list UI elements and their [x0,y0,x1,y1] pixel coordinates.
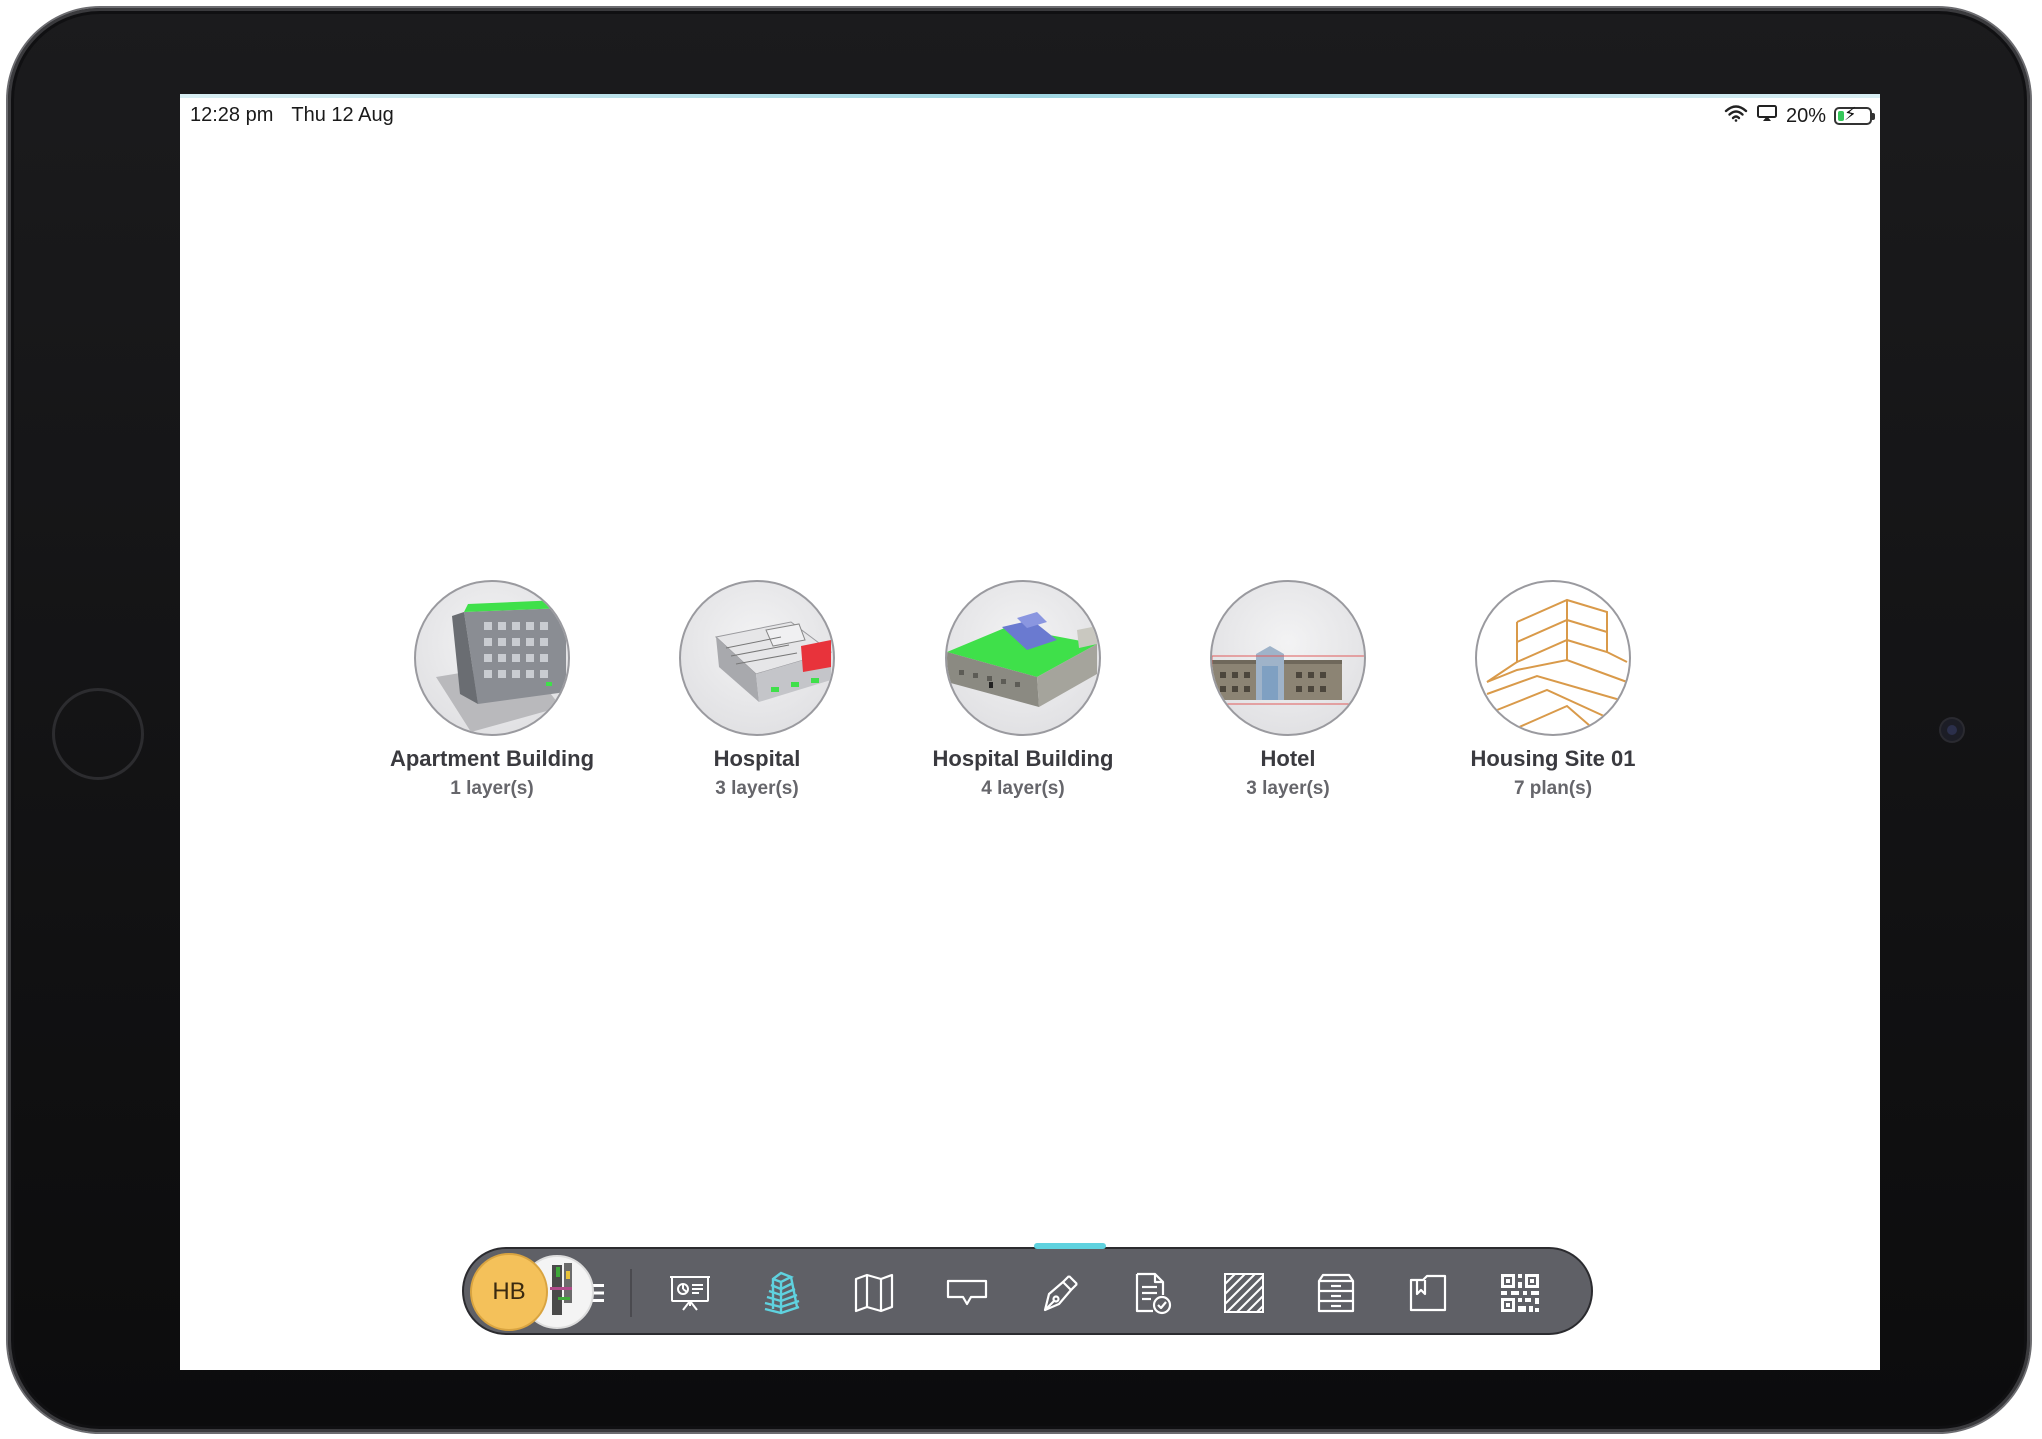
bookmark-folder-icon[interactable] [1402,1267,1454,1319]
housing-site-thumbnail[interactable] [1475,580,1631,736]
buildings-stack-icon[interactable] [756,1267,808,1319]
user-avatar[interactable]: HB [470,1253,548,1331]
project-name: Housing Site 01 [1470,746,1636,771]
hospital-thumbnail[interactable] [679,580,835,736]
project-name: Apartment Building [389,746,595,771]
project-layer-count: 7 plan(s) [1513,778,1593,799]
project-name: Hospital Building [932,746,1114,771]
hospital-building-thumbnail[interactable] [945,580,1101,736]
project-name: Hotel [1260,746,1316,771]
battery-charging-icon: ⚡ [1834,104,1875,125]
status-date: Thu 12 Aug [291,104,394,126]
qr-code-icon[interactable] [1494,1267,1546,1319]
map-icon[interactable] [848,1267,900,1319]
app-screen: 12:28 pm Thu 12 Aug 20% ⚡ Apartment Buil… [180,94,1880,1370]
project-item-hospital-building[interactable]: Hospital Building 4 layer(s) [903,580,1143,800]
project-list: Apartment Building 1 layer(s) Hospital 3… [180,580,1880,820]
status-bar: 12:28 pm Thu 12 Aug 20% ⚡ [180,94,1880,138]
battery-percent: 20% [1785,104,1826,127]
hotel-thumbnail[interactable] [1210,580,1366,736]
project-item-apartment-building[interactable]: Apartment Building 1 layer(s) [372,580,612,800]
comment-icon[interactable] [941,1267,993,1319]
status-time: 12:28 pm [190,104,274,126]
presentation-board-icon[interactable] [664,1267,716,1319]
project-item-hotel[interactable]: Hotel 3 layer(s) [1168,580,1408,800]
charging-bolt-icon: ⚡ [1844,104,1857,124]
project-layer-count: 1 layer(s) [450,778,534,799]
ipad-frame: 12:28 pm Thu 12 Aug 20% ⚡ Apartment Buil… [8,8,2030,1432]
active-tab-indicator [1034,1243,1106,1249]
hatch-pattern-icon[interactable] [1218,1267,1270,1319]
project-item-housing-site-01[interactable]: Housing Site 01 7 plan(s) [1433,580,1673,800]
project-layer-count: 3 layer(s) [1246,778,1330,799]
archive-drawers-icon[interactable] [1310,1267,1362,1319]
project-name: Hospital [713,746,801,771]
apartment-building-thumbnail[interactable] [414,580,570,736]
project-layer-count: 3 layer(s) [715,778,799,799]
airplay-icon [1756,104,1778,128]
project-layer-count: 4 layer(s) [981,778,1065,799]
checked-document-icon[interactable] [1126,1267,1178,1319]
toolbar-divider [630,1269,632,1317]
bottom-toolbar: HB [462,1243,1593,1335]
front-camera [1941,719,1963,741]
wifi-icon [1724,104,1748,128]
home-button[interactable] [52,688,144,780]
project-item-hospital[interactable]: Hospital 3 layer(s) [637,580,877,800]
pen-icon[interactable] [1034,1267,1086,1319]
